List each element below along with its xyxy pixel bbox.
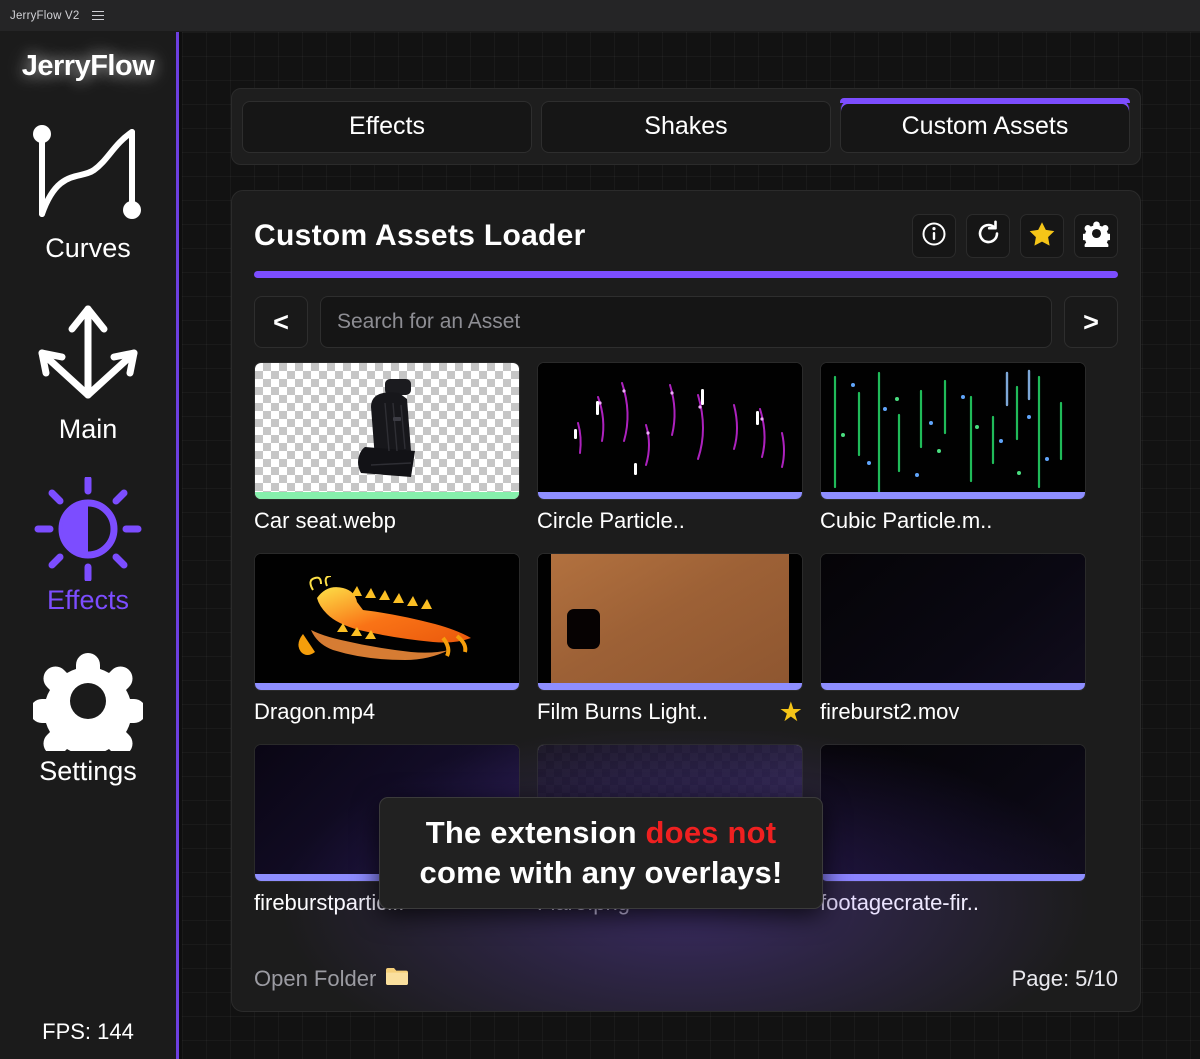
curve-icon: [28, 117, 148, 227]
asset-accent-bar: [255, 492, 519, 499]
chevron-right-icon: >: [1083, 307, 1099, 338]
tab-shakes[interactable]: Shakes: [541, 101, 831, 153]
asset-footer: Circle Particle..: [537, 506, 803, 536]
hamburger-icon[interactable]: [92, 11, 104, 20]
tab-label: Custom Assets: [902, 112, 1069, 141]
asset-name: Film Burns Light..: [537, 699, 708, 725]
tooltip-popup: The extension does not come with any ove…: [379, 797, 823, 909]
asset-name: Car seat.webp: [254, 508, 396, 534]
asset-thumbnail[interactable]: [537, 553, 803, 691]
asset-accent-bar: [538, 492, 802, 499]
tab-effects[interactable]: Effects: [242, 101, 532, 153]
dark-preview-image: [821, 745, 1085, 881]
page-indicator: Page: 5/10: [1012, 966, 1118, 992]
search-placeholder: Search for an Asset: [337, 310, 520, 334]
brightness-icon: [28, 479, 148, 579]
app-logo: JerryFlow: [22, 50, 155, 83]
asset-accent-bar: [255, 683, 519, 690]
refresh-icon: [975, 220, 1002, 252]
asset-thumbnail[interactable]: [820, 744, 1086, 882]
asset-card[interactable]: Dragon.mp4: [254, 553, 520, 727]
tooltip-line-1: The extension does not: [426, 813, 777, 853]
app-root: JerryFlow V2 JerryFlow Curves: [0, 0, 1200, 1059]
asset-accent-bar: [538, 683, 802, 690]
asset-name: fireburst2.mov: [820, 699, 959, 725]
panel-settings-button[interactable]: [1074, 214, 1118, 258]
panel-accent-bar: [254, 271, 1118, 278]
page-title: Custom Assets Loader: [254, 219, 586, 253]
asset-thumbnail[interactable]: [537, 362, 803, 500]
asset-accent-bar: [821, 874, 1085, 881]
film-burn-image: [538, 554, 802, 690]
asset-thumbnail[interactable]: [820, 362, 1086, 500]
asset-thumbnail[interactable]: [254, 362, 520, 500]
tooltip-line-2: come with any overlays!: [420, 853, 783, 893]
car-seat-image: [341, 377, 451, 489]
tab-label: Effects: [349, 112, 425, 141]
asset-footer: Film Burns Light.. ★: [537, 697, 803, 727]
favorites-button[interactable]: [1020, 214, 1064, 258]
title-bar: JerryFlow V2: [0, 0, 1200, 32]
tab-custom-assets[interactable]: Custom Assets: [840, 101, 1130, 153]
magenta-particles-image: [538, 363, 802, 499]
open-folder-label: Open Folder: [254, 966, 376, 992]
asset-footer: Dragon.mp4: [254, 697, 520, 727]
tab-label: Shakes: [644, 112, 727, 141]
panel-header: Custom Assets Loader: [254, 211, 1118, 261]
sidebar-item-label: Main: [59, 414, 118, 445]
tab-bar: Effects Shakes Custom Assets: [231, 88, 1141, 165]
asset-name: Dragon.mp4: [254, 699, 375, 725]
asset-card[interactable]: Cubic Particle.m..: [820, 362, 1086, 536]
dark-preview-image: [821, 554, 1085, 690]
chevron-left-icon: <: [273, 307, 289, 338]
prev-page-button[interactable]: <: [254, 296, 308, 348]
asset-footer: footagecrate-fir..: [820, 888, 1086, 918]
asset-name: footagecrate-fir..: [820, 890, 979, 916]
asset-footer: Car seat.webp: [254, 506, 520, 536]
info-icon: [921, 221, 947, 252]
gear-icon: [1083, 220, 1110, 252]
search-input[interactable]: Search for an Asset: [320, 296, 1052, 348]
favorite-star-icon[interactable]: ★: [779, 699, 803, 726]
fps-counter: FPS: 144: [0, 1019, 176, 1045]
next-page-button[interactable]: >: [1064, 296, 1118, 348]
sidebar-item-effects[interactable]: Effects: [0, 479, 176, 616]
refresh-button[interactable]: [966, 214, 1010, 258]
four-way-arrow-icon: [28, 298, 148, 408]
panel-footer: Open Folder Page: 5/10: [254, 961, 1118, 997]
sidebar-item-label: Curves: [45, 233, 131, 264]
search-row: < Search for an Asset >: [254, 296, 1118, 348]
sidebar-item-main[interactable]: Main: [0, 298, 176, 445]
dragon-image: [255, 554, 519, 690]
asset-thumbnail[interactable]: [820, 553, 1086, 691]
gear-icon: [28, 650, 148, 750]
tooltip-text-normal: The extension: [426, 815, 646, 850]
sidebar-item-curves[interactable]: Curves: [0, 117, 176, 264]
tooltip-text-highlight: does not: [646, 815, 777, 850]
folder-icon: [385, 966, 409, 992]
asset-name: Circle Particle..: [537, 508, 685, 534]
header-actions: [912, 214, 1118, 258]
info-button[interactable]: [912, 214, 956, 258]
sidebar: JerryFlow Curves: [0, 32, 179, 1059]
asset-thumbnail[interactable]: [254, 553, 520, 691]
open-folder-button[interactable]: Open Folder: [254, 966, 409, 992]
sidebar-item-label: Effects: [47, 585, 129, 616]
asset-footer: Cubic Particle.m..: [820, 506, 1086, 536]
sidebar-item-settings[interactable]: Settings: [0, 650, 176, 787]
sidebar-item-label: Settings: [39, 756, 137, 787]
asset-card[interactable]: fireburst2.mov: [820, 553, 1086, 727]
green-particles-image: [821, 363, 1085, 499]
asset-card[interactable]: footagecrate-fir..: [820, 744, 1086, 918]
asset-card[interactable]: Film Burns Light.. ★: [537, 553, 803, 727]
asset-accent-bar: [821, 492, 1085, 499]
asset-card[interactable]: Circle Particle..: [537, 362, 803, 536]
asset-card[interactable]: Car seat.webp: [254, 362, 520, 536]
star-icon: [1028, 220, 1056, 253]
asset-footer: fireburst2.mov: [820, 697, 1086, 727]
asset-accent-bar: [821, 683, 1085, 690]
asset-name: Cubic Particle.m..: [820, 508, 992, 534]
window-title: JerryFlow V2: [10, 10, 80, 22]
film-burn-hole: [567, 609, 600, 649]
